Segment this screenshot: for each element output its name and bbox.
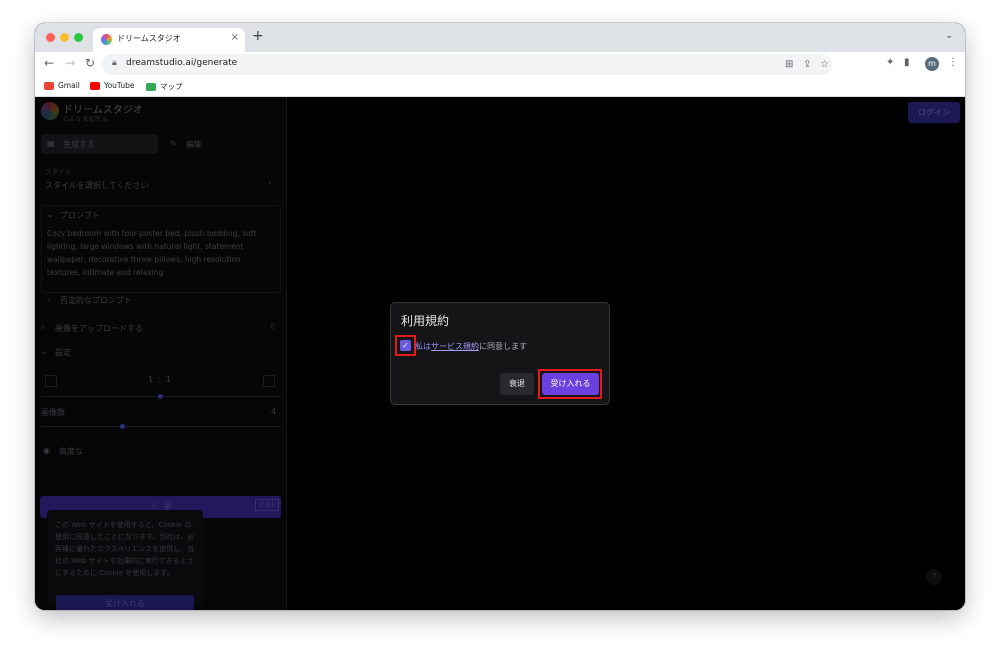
tab-strip: ドリームスタジオ × + ⌄ [35, 23, 965, 52]
bookmark-gmail[interactable]: Gmail [44, 81, 80, 90]
decline-button[interactable]: 衰退 [500, 373, 534, 395]
tab-generate-label: 生成する [63, 140, 95, 149]
tab-search-chevron-icon[interactable]: ⌄ [945, 31, 953, 41]
chevron-down-icon: ⌄ [47, 210, 54, 219]
tab-title: ドリームスタジオ [117, 34, 181, 43]
upload-image-toggle[interactable]: 画像をアップロードする [55, 323, 143, 334]
grid-icon: ▦ [47, 139, 55, 148]
agree-prefix: 私は [415, 342, 431, 351]
forward-icon[interactable]: → [65, 56, 75, 70]
modal-title: 利用規約 [401, 314, 450, 328]
close-window-dot[interactable] [46, 33, 55, 42]
youtube-icon [90, 82, 100, 90]
edit-icon: ✎ [170, 139, 177, 148]
eye-icon: ◉ [43, 446, 50, 455]
dreamstudio-favicon-icon [101, 34, 112, 45]
share-icon[interactable]: ⇪ [803, 59, 811, 70]
lock-icon: 🔒︎ [112, 58, 117, 68]
chevron-right-icon: › [47, 295, 51, 304]
menu-kebab-icon[interactable]: ⋮ [948, 57, 958, 68]
browser-tab[interactable]: ドリームスタジオ × [93, 28, 245, 52]
zoom-window-dot[interactable] [74, 33, 83, 42]
settings-heading: 設定 [55, 348, 71, 357]
bookmark-youtube[interactable]: YouTube [90, 81, 135, 90]
cookie-accept-button[interactable]: 受け入れる [56, 595, 194, 610]
agree-suffix: に同意します [479, 342, 527, 351]
credits-badge: 0.91 [255, 499, 279, 511]
bookmark-maps[interactable]: マップ [146, 81, 183, 92]
extensions-icon[interactable]: ✦ [886, 57, 894, 68]
browser-toolbar: ← → ↻ 🔒︎ dreamstudio.ai/generate ⊞ ⇪ ☆ ✦… [35, 52, 965, 77]
brand-subtitle: による 安定性.ai [63, 116, 108, 123]
chevron-down-icon: ⌄ [41, 347, 48, 356]
terms-modal: 利用規約 ✓ 私はサービス規約に同意します 衰退 受け入れる [390, 302, 610, 405]
translate-icon[interactable]: ⊞ [785, 59, 793, 70]
prompt-heading: プロンプト [60, 211, 100, 220]
image-count-handle[interactable] [120, 424, 125, 429]
url-text: dreamstudio.ai/generate [126, 58, 238, 68]
side-panel-icon[interactable]: ▮ [904, 57, 910, 68]
minimize-window-dot[interactable] [60, 33, 69, 42]
chevron-right-icon: › [41, 323, 45, 332]
negative-prompt-toggle[interactable]: 否定的なプロンプト [60, 295, 132, 306]
address-bar[interactable]: 🔒︎ dreamstudio.ai/generate ⊞ ⇪ ☆ [102, 54, 832, 75]
login-button[interactable]: ログイン [908, 102, 960, 123]
prompt-textarea[interactable]: Cozy bedroom with four-poster bed, plush… [47, 227, 272, 279]
image-count-label: 画像数 [41, 408, 65, 417]
maps-icon [146, 83, 156, 91]
portrait-ratio-icon[interactable] [45, 375, 57, 387]
ratio-left: 1 [148, 375, 154, 384]
cookie-text: この Web サイトを使用すると、Cookie の使用に同意したことになります。… [55, 521, 195, 577]
chevron-right-icon: › [268, 178, 272, 187]
ratio-right: 1 [166, 375, 172, 384]
accept-button[interactable]: 受け入れる [542, 373, 599, 395]
tab-edit[interactable]: 編集 [186, 139, 202, 150]
gmail-icon [44, 82, 54, 90]
back-icon[interactable]: ← [44, 56, 54, 70]
profile-avatar[interactable]: m [925, 57, 939, 71]
terms-link[interactable]: サービス規約 [431, 342, 479, 351]
agree-checkbox[interactable]: ✓ [400, 340, 411, 351]
style-select[interactable]: スタイルを選択してください [45, 180, 149, 191]
bookmark-star-icon[interactable]: ☆ [820, 59, 829, 70]
dreamstudio-logo-icon [41, 102, 59, 120]
checkmark-icon: ✓ [402, 341, 409, 350]
tab-generate[interactable]: ▦ 生成する [41, 134, 158, 154]
page-content: ドリームスタジオ による 安定性.ai ▦ 生成する ✎ 編集 スタイル スタイ… [35, 97, 965, 610]
moon-icon: ☾ [152, 501, 160, 510]
upload-icon[interactable]: ⇧ [269, 322, 276, 331]
ratio-separator: : [157, 375, 160, 384]
aspect-ratio-handle[interactable] [158, 394, 163, 399]
tab-close-icon[interactable]: × [231, 32, 239, 43]
new-tab-button[interactable]: + [252, 28, 264, 44]
agree-text: 私はサービス規約に同意します [415, 341, 527, 352]
browser-window: ドリームスタジオ × + ⌄ ← → ↻ 🔒︎ dreamstudio.ai/g… [35, 23, 965, 610]
help-button[interactable]: ? [926, 569, 942, 585]
reload-icon[interactable]: ↻ [85, 56, 95, 70]
style-label: スタイル [45, 168, 71, 176]
image-count-value: 4 [271, 407, 277, 416]
landscape-ratio-icon[interactable] [263, 375, 275, 387]
image-count-slider[interactable] [41, 426, 281, 427]
advanced-toggle[interactable]: 高度な [59, 446, 83, 457]
bookmarks-bar: Gmail YouTube マップ [35, 77, 965, 97]
